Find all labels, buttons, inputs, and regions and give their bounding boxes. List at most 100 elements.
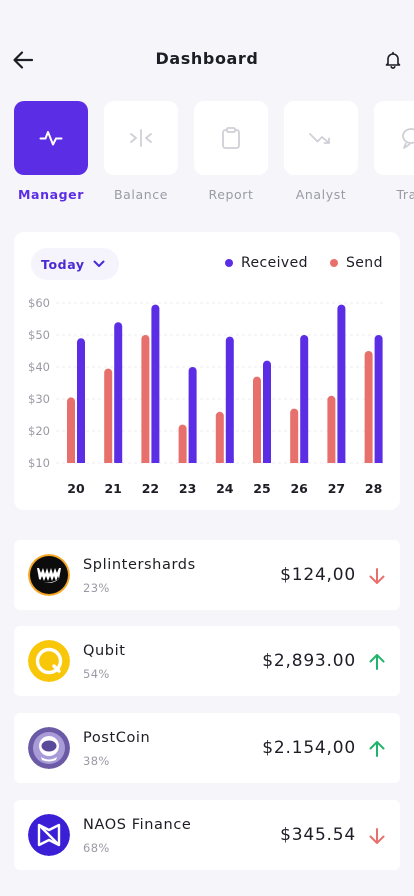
bell-icon[interactable]: [384, 51, 402, 69]
tab-analyst[interactable]: Analyst: [284, 101, 358, 202]
tab-balance[interactable]: Balance: [104, 101, 178, 202]
bar-received: [114, 322, 123, 463]
x-tick-label: 26: [290, 481, 308, 496]
x-tick-label: 20: [67, 481, 85, 496]
bar-send-base: [141, 459, 150, 463]
bar-send-base: [67, 459, 75, 463]
asset-amount: $124,00: [280, 565, 356, 585]
asset-row-splintershards[interactable]: Splintershards 23% $124,00: [14, 540, 400, 610]
asset-amount: $2.154,00: [262, 738, 356, 758]
page-title: Dashboard: [155, 49, 259, 68]
y-tick-label: $50: [28, 328, 50, 342]
asset-percent: 38%: [83, 754, 110, 768]
bar-received: [225, 336, 234, 463]
bar-send: [327, 395, 336, 463]
asset-row-qubit[interactable]: Qubit 54% $2,893.00: [14, 626, 400, 696]
x-tick-label: 21: [104, 481, 121, 496]
bar-send: [67, 397, 75, 463]
category-tabs: Manager Balance Report Analyst Tra: [14, 101, 414, 211]
bar-received-base: [300, 459, 309, 463]
y-tick-label: $10: [28, 456, 50, 470]
asset-name: NAOS Finance: [83, 817, 192, 833]
asset-percent: 23%: [83, 581, 110, 595]
bar-received: [77, 338, 85, 463]
bar-received: [337, 304, 346, 463]
bar-received-base: [188, 459, 197, 463]
bar-send: [141, 335, 150, 463]
asset-name: Qubit: [83, 643, 126, 659]
bar-received: [263, 360, 271, 463]
bar-send-base: [290, 459, 299, 463]
bar-send: [253, 376, 261, 463]
tab-manager-box: [14, 101, 88, 175]
bar-send: [290, 408, 299, 463]
arrow-down-icon: [369, 828, 385, 844]
x-tick-label: 24: [216, 481, 234, 496]
bar-send: [104, 368, 113, 463]
asset-amount: $2,893.00: [262, 651, 356, 671]
tab-analyst-box: [284, 101, 358, 175]
y-tick-label: $40: [28, 360, 50, 374]
split-icon: [130, 129, 152, 147]
tab-report-box: [194, 101, 268, 175]
bar-received-base: [337, 459, 346, 463]
x-tick-label: 22: [142, 481, 159, 496]
activity-icon: [39, 131, 63, 146]
tab-manager[interactable]: Manager: [14, 101, 88, 202]
trend-down-icon: [309, 133, 330, 144]
asset-amount: $345.54: [280, 825, 356, 845]
bar-send: [215, 411, 224, 463]
bar-received: [374, 335, 383, 463]
asset-percent: 54%: [83, 667, 110, 681]
tab-label: Trad: [396, 187, 414, 202]
bar-send: [178, 424, 187, 463]
tab-label: Report: [208, 187, 254, 202]
tab-label: Analyst: [295, 187, 347, 202]
bar-received-base: [151, 459, 160, 463]
bar-send-base: [178, 459, 187, 463]
bar-received: [300, 335, 309, 463]
x-tick-label: 27: [328, 481, 345, 496]
arrow-down-icon: [369, 568, 385, 584]
bar-chart: $60 $50 $40 $30 $20 $10 20 21 22 23 24 25 26 27 28: [28, 296, 384, 496]
bar-send: [364, 351, 373, 463]
asset-row-naos[interactable]: NAOS Finance 68% $345.54: [14, 800, 400, 870]
tab-trad-box: [374, 101, 414, 175]
y-tick-label: $30: [28, 392, 50, 406]
bar-received-base: [77, 459, 85, 463]
tab-trad[interactable]: Trad: [374, 101, 414, 202]
tab-balance-box: [104, 101, 178, 175]
tab-label: Manager: [18, 187, 84, 202]
bar-received-base: [263, 459, 271, 463]
asset-row-postcoin[interactable]: PostCoin 38% $2.154,00: [14, 713, 400, 783]
chart-card: Today Received Send $60 $50 $40 $30 $20 $10 20…: [14, 232, 400, 510]
bar-send-base: [104, 459, 113, 463]
postcoin-logo-icon: [28, 727, 70, 769]
chat-icon: [402, 128, 414, 149]
clipboard-icon: [222, 127, 240, 149]
y-tick-label: $20: [28, 424, 50, 438]
bar-received-base: [114, 459, 123, 463]
splintershards-logo-icon: [28, 554, 70, 596]
bar-received-base: [225, 459, 234, 463]
bar-received-base: [374, 459, 383, 463]
x-tick-label: 23: [179, 481, 196, 496]
top-bar: Dashboard: [0, 40, 414, 80]
bar-received: [151, 304, 160, 463]
bar-send-base: [364, 459, 373, 463]
qubit-logo-icon: [28, 640, 70, 682]
tab-report[interactable]: Report: [194, 101, 268, 202]
naos-logo-icon: [28, 814, 70, 856]
bar-send-base: [253, 459, 261, 463]
arrow-up-icon: [369, 741, 385, 757]
x-tick-label: 28: [365, 481, 382, 496]
asset-name: Splintershards: [83, 557, 196, 573]
arrow-up-icon: [369, 654, 385, 670]
bar-send-base: [327, 459, 336, 463]
asset-name: PostCoin: [83, 730, 151, 746]
x-tick-label: 25: [253, 481, 270, 496]
y-tick-label: $60: [28, 296, 50, 310]
tab-label: Balance: [113, 187, 169, 202]
asset-percent: 68%: [83, 841, 110, 855]
bar-send-base: [215, 459, 224, 463]
